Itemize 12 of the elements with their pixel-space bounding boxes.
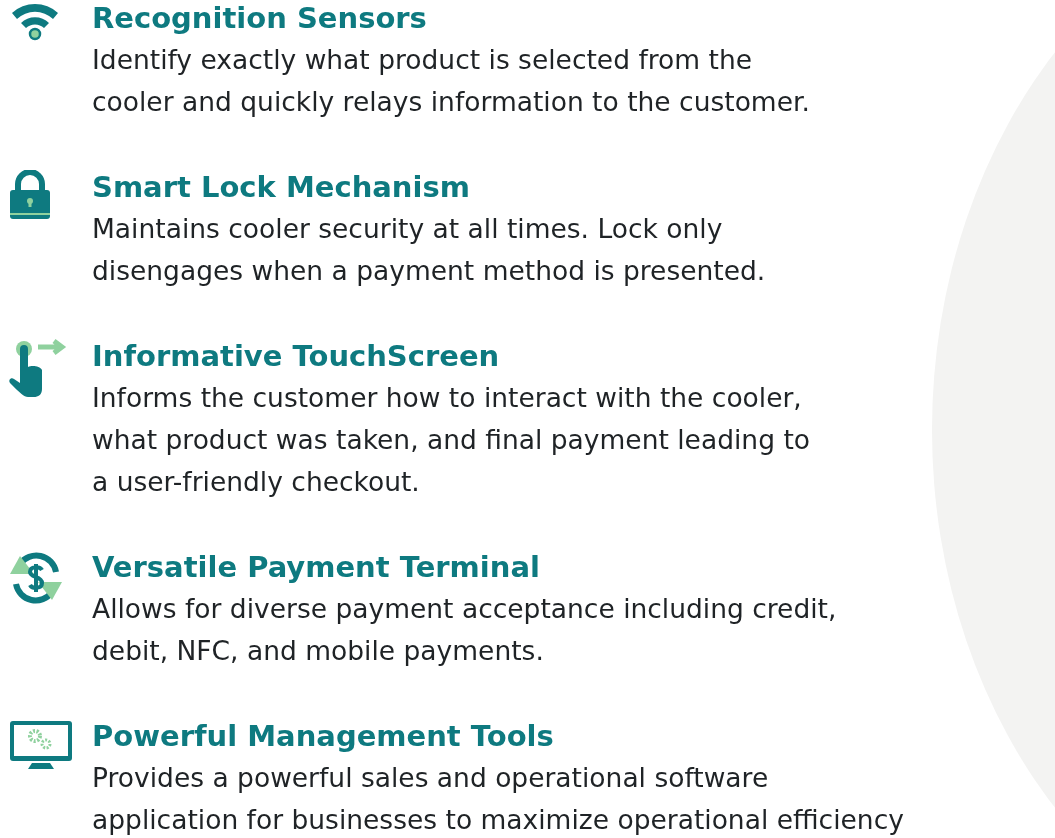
feature-title: Powerful Management Tools — [92, 718, 555, 755]
feature-description: Maintains cooler security at all times. Lock only disengages when a payment method is presented. — [92, 212, 766, 288]
feature-description: Allows for diverse payment acceptance including credit, debit, NFC, and mobile payments. — [92, 592, 837, 668]
feature-description: Provides a powerful sales and operational software application for businesses to maximize operational efficiency — [92, 761, 904, 837]
feature-title: Smart Lock Mechanism — [92, 169, 471, 206]
feature-title: Recognition Sensors — [92, 0, 428, 37]
feature-title: Informative TouchScreen — [92, 338, 501, 375]
lock-icon — [8, 170, 52, 220]
feature-description: Identify exactly what product is selected from the cooler and quickly relays information to the customer. — [92, 43, 810, 119]
feature-description: Informs the customer how to interact with the cooler, what product was taken, and final payment leading to a user-friendly checkout. — [92, 381, 810, 499]
feature-title: Versatile Payment Terminal — [92, 549, 541, 586]
currency-exchange-icon — [8, 550, 64, 606]
